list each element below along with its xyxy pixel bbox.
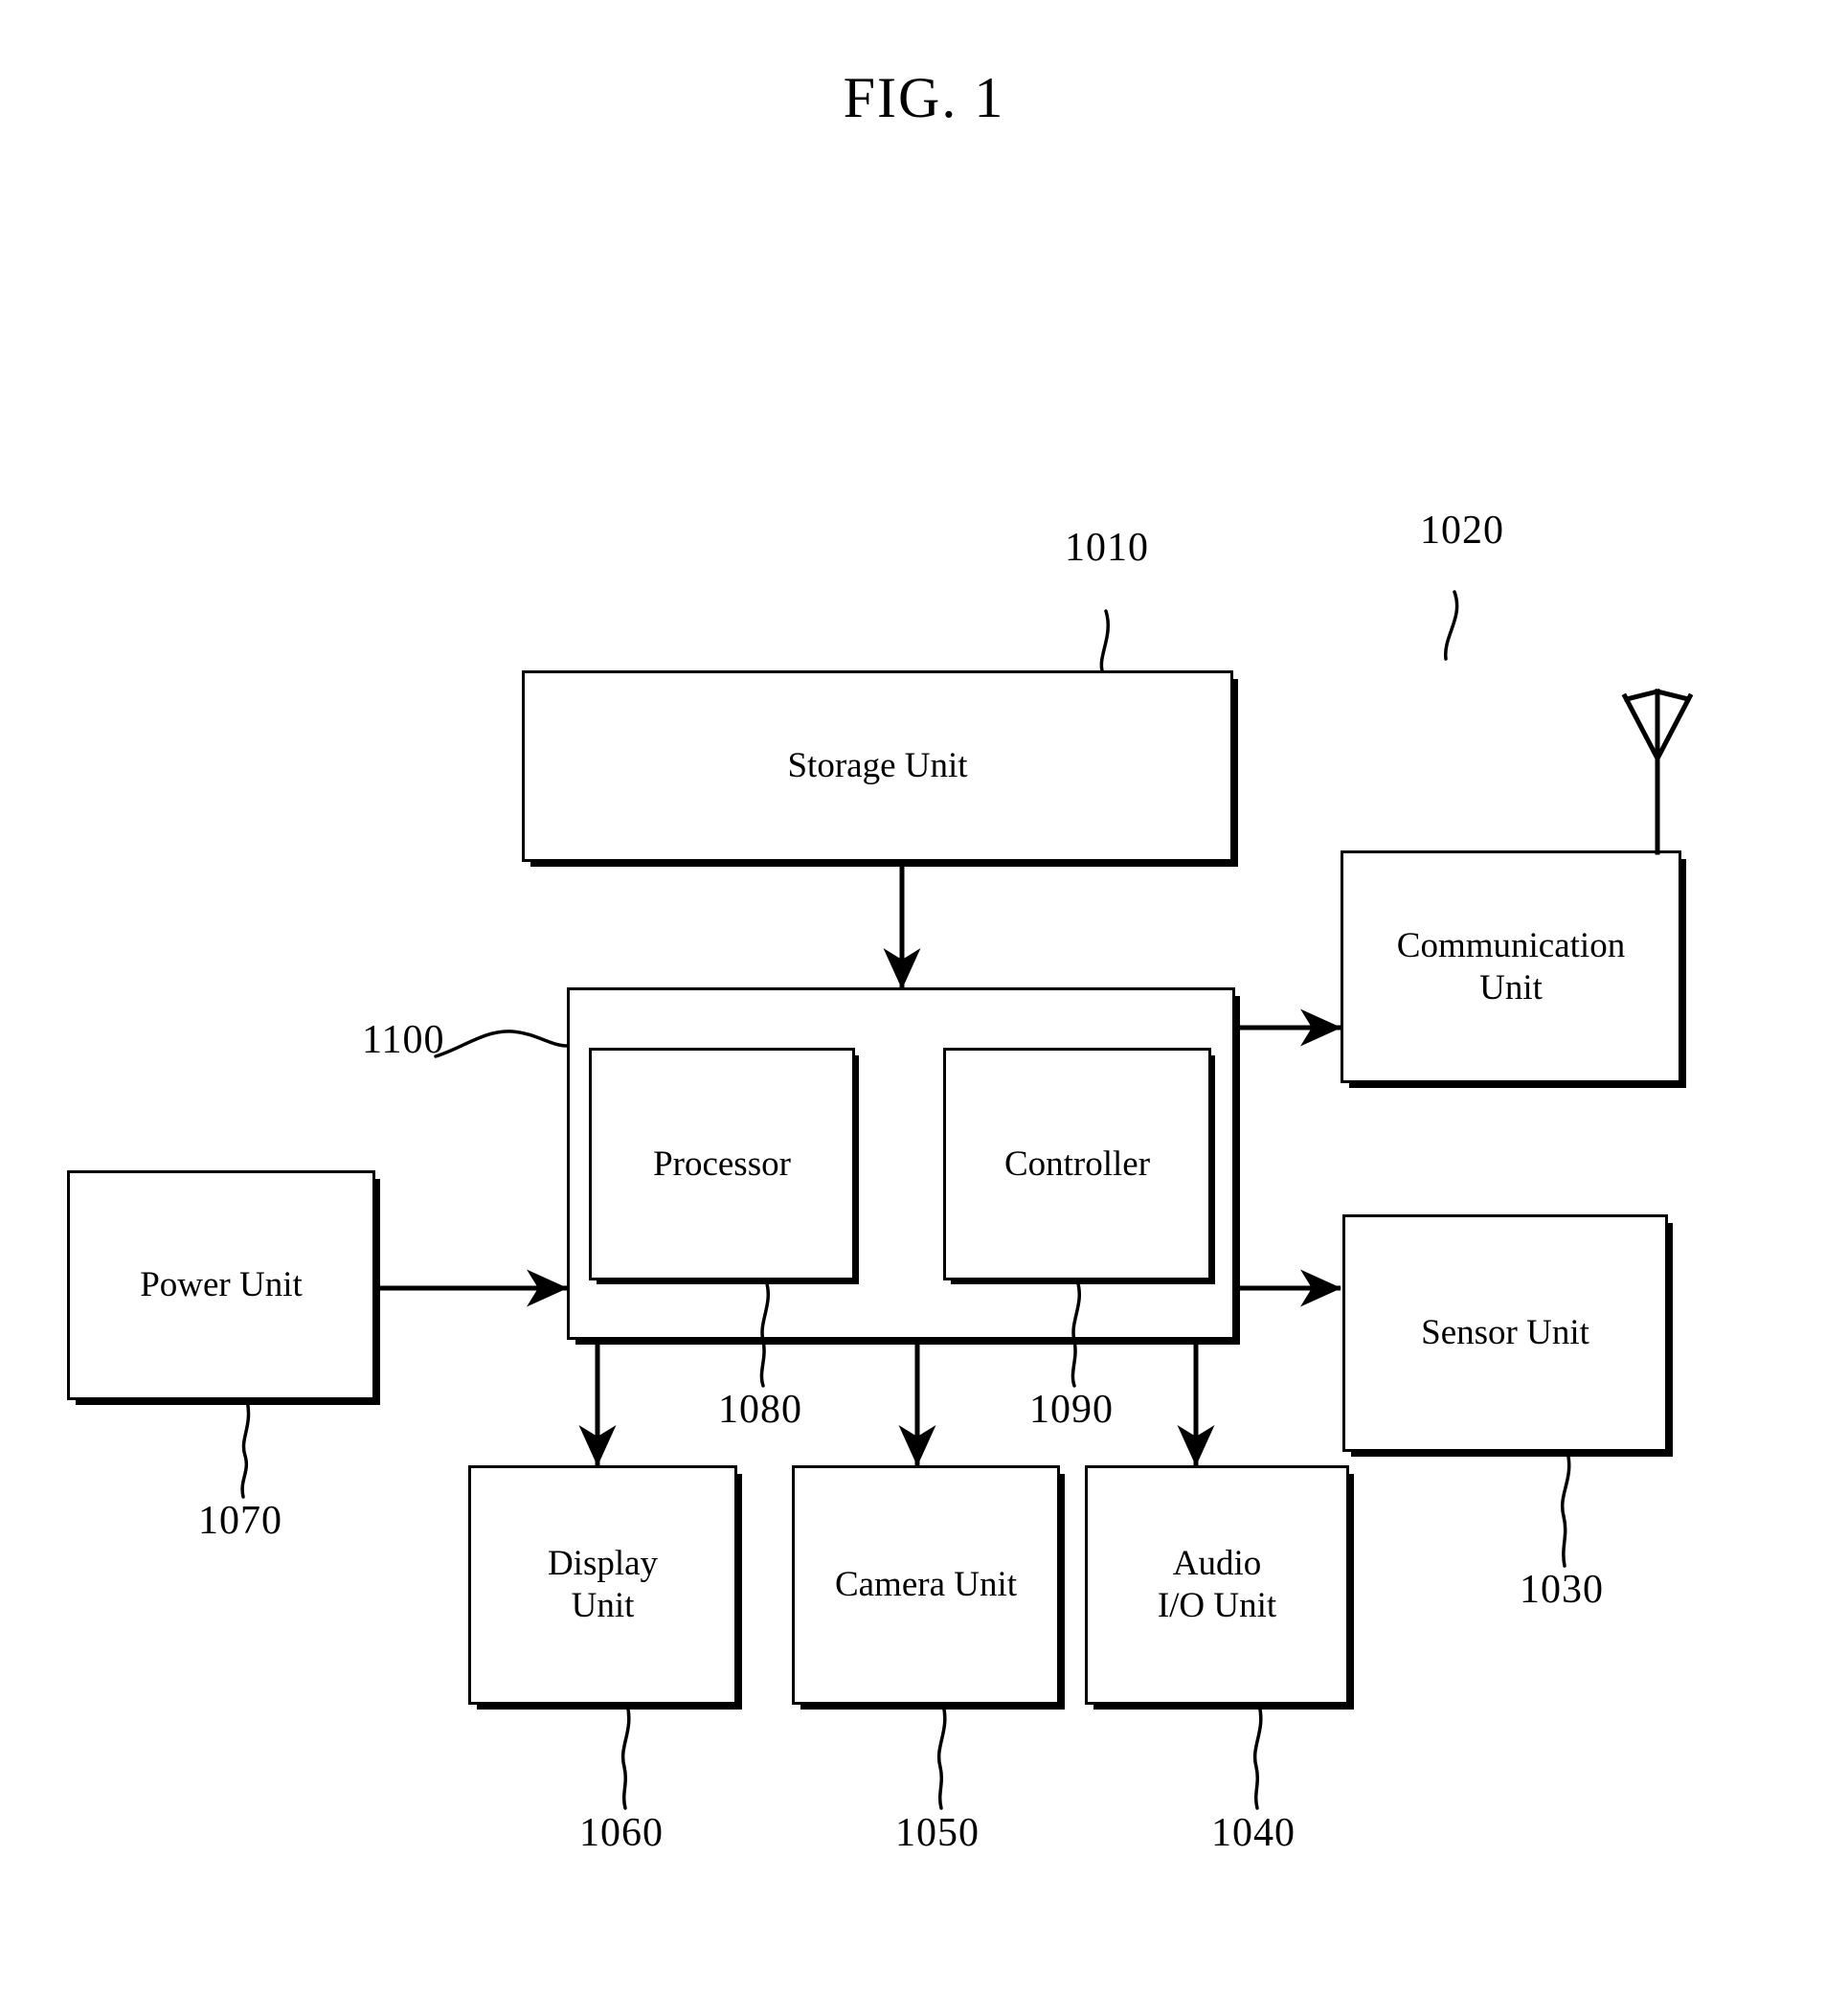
ref-1010: 1010 [1065, 526, 1149, 570]
block-sensor-unit[interactable]: Sensor Unit [1342, 1214, 1668, 1452]
block-communication-unit[interactable]: Communication Unit [1341, 850, 1681, 1083]
ref-1090: 1090 [1029, 1388, 1114, 1432]
ref-1040: 1040 [1211, 1811, 1296, 1855]
block-display-unit[interactable]: Display Unit [468, 1465, 737, 1705]
ref-1060: 1060 [579, 1811, 664, 1855]
block-display-unit-label: Display Unit [547, 1544, 659, 1625]
block-processor[interactable]: Processor [589, 1048, 855, 1280]
block-processor-label: Processor [653, 1144, 791, 1184]
ref-1070: 1070 [198, 1499, 282, 1543]
ref-1020: 1020 [1420, 509, 1504, 553]
block-controller-label: Controller [1003, 1144, 1151, 1184]
block-sensor-unit-label: Sensor Unit [1421, 1313, 1589, 1353]
block-camera-unit[interactable]: Camera Unit [792, 1465, 1060, 1705]
patent-figure: FIG. 1 Storage Unit Communication Unit P… [0, 0, 1848, 1993]
block-storage-unit-label: Storage Unit [787, 746, 968, 786]
block-communication-unit-label: Communication Unit [1396, 925, 1626, 1008]
ref-1100: 1100 [362, 1018, 445, 1062]
ref-1030: 1030 [1520, 1568, 1604, 1612]
block-power-unit[interactable]: Power Unit [67, 1170, 375, 1400]
block-controller[interactable]: Controller [943, 1048, 1211, 1280]
block-camera-unit-label: Camera Unit [834, 1565, 1018, 1605]
block-storage-unit[interactable]: Storage Unit [522, 670, 1233, 862]
block-power-unit-label: Power Unit [140, 1265, 303, 1305]
block-audio-io-unit-label: Audio I/O Unit [1157, 1544, 1277, 1625]
block-audio-io-unit[interactable]: Audio I/O Unit [1085, 1465, 1349, 1705]
ref-1080: 1080 [718, 1388, 802, 1432]
figure-title: FIG. 1 [843, 66, 1005, 129]
ref-1050: 1050 [895, 1811, 980, 1855]
